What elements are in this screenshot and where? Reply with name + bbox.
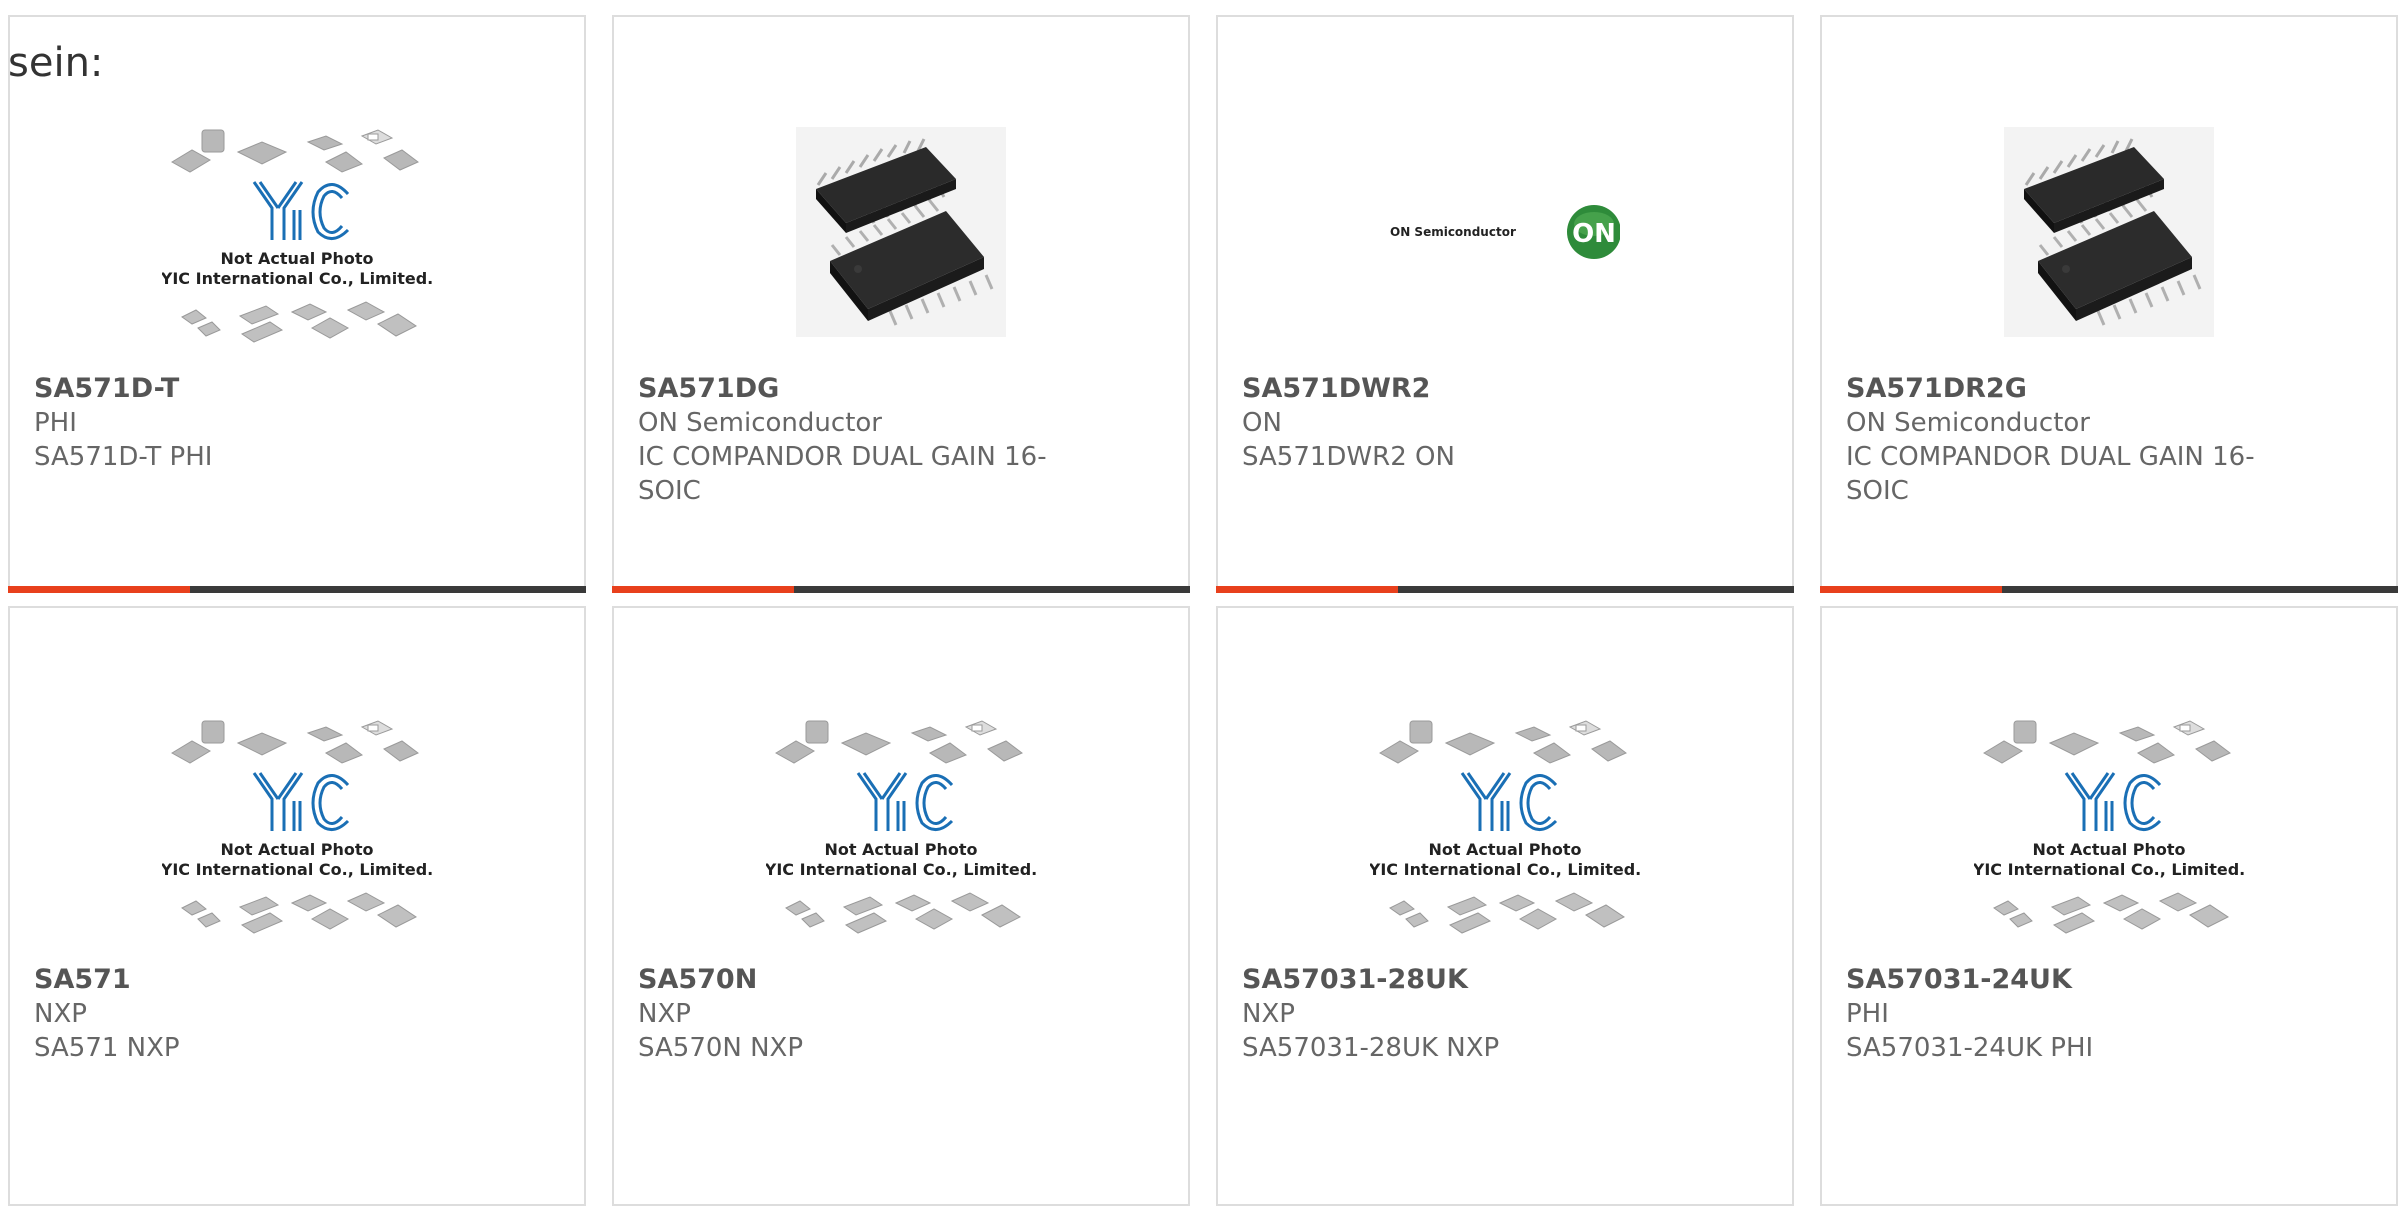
product-description: IC COMPANDOR DUAL GAIN 16-SOIC: [1846, 442, 2255, 506]
product-info: SA571DWR2 ON SA571DWR2 ON: [1242, 372, 1662, 474]
product-card[interactable]: SA571DR2G ON Semiconductor IC COMPANDOR DU…: [1820, 15, 2398, 593]
product-description: SA571DWR2 ON: [1242, 442, 1455, 472]
on-semiconductor-logo-image: ON Semiconductor ON: [1390, 205, 1620, 259]
product-description: SA57031-24UK PHI: [1846, 1033, 2094, 1063]
product-description: IC COMPANDOR DUAL GAIN 16-SOIC: [638, 442, 1047, 506]
manufacturer-label: NXP: [34, 999, 87, 1029]
product-image-container[interactable]: Not Actual Photo YIC International Co., …: [10, 688, 584, 958]
placeholder-line2: YIC International Co., Limited.: [1370, 860, 1640, 879]
placeholder-product-image: Not Actual Photo YIC International Co., …: [1974, 720, 2244, 934]
part-number-link[interactable]: SA570N: [638, 963, 1058, 997]
product-info: SA571DR2G ON Semiconductor IC COMPANDOR DU…: [1846, 372, 2266, 508]
placeholder-line2: YIC International Co., Limited.: [162, 269, 432, 288]
on-badge-text: ON: [1572, 219, 1616, 249]
product-image-container[interactable]: Not Actual Photo YIC International Co., …: [10, 97, 584, 367]
soic-chip-image: [2004, 127, 2214, 337]
card-accent-bar: [1820, 586, 2002, 593]
part-number-link[interactable]: SA571: [34, 963, 454, 997]
card-bottom-bar: [612, 586, 1190, 593]
card-bottom-bar: [1216, 586, 1794, 593]
product-info: SA571 NXP SA571 NXP: [34, 963, 454, 1065]
intro-text: sein:: [8, 40, 104, 86]
product-image-container[interactable]: Not Actual Photo YIC International Co., …: [1822, 688, 2396, 958]
placeholder-line1: Not Actual Photo: [1428, 840, 1581, 859]
part-number-link[interactable]: SA571DR2G: [1846, 372, 2266, 406]
card-accent-bar: [1216, 586, 1398, 593]
card-bottom-bar: [8, 586, 586, 593]
placeholder-line1: Not Actual Photo: [824, 840, 977, 859]
manufacturer-label: PHI: [1846, 999, 1889, 1029]
placeholder-line2: YIC International Co., Limited.: [766, 860, 1036, 879]
placeholder-line1: Not Actual Photo: [2032, 840, 2185, 859]
soic-chip-image: [796, 127, 1006, 337]
placeholder-line1: Not Actual Photo: [220, 249, 373, 268]
part-number-link[interactable]: SA57031-24UK: [1846, 963, 2266, 997]
placeholder-line2: YIC International Co., Limited.: [1974, 860, 2244, 879]
manufacturer-label: NXP: [1242, 999, 1295, 1029]
part-number-link[interactable]: SA571D-T: [34, 372, 454, 406]
manufacturer-label: NXP: [638, 999, 691, 1029]
placeholder-product-image: Not Actual Photo YIC International Co., …: [162, 129, 432, 343]
product-card[interactable]: SA571DG ON Semiconductor IC COMPANDOR DUAL…: [612, 15, 1190, 593]
product-card[interactable]: Not Actual Photo YIC International Co., …: [612, 606, 1190, 1206]
product-image-container[interactable]: Not Actual Photo YIC International Co., …: [614, 688, 1188, 958]
product-description: SA57031-28UK NXP: [1242, 1033, 1500, 1063]
product-card[interactable]: ON Semiconductor ON SA571DWR2 ON SA571DWR2…: [1216, 15, 1794, 593]
product-info: SA571D-T PHI SA571D-T PHI: [34, 372, 454, 474]
product-description: SA571 NXP: [34, 1033, 180, 1063]
product-image-container[interactable]: [614, 97, 1188, 367]
product-card[interactable]: Not Actual Photo YIC International Co., …: [8, 15, 586, 593]
card-bottom-bar: [1820, 586, 2398, 593]
on-logo-wordmark: ON Semiconductor: [1390, 225, 1516, 239]
card-accent-bar: [8, 586, 190, 593]
product-description: SA571D-T PHI: [34, 442, 213, 472]
manufacturer-label: ON: [1242, 408, 1282, 438]
placeholder-line1: Not Actual Photo: [220, 840, 373, 859]
card-accent-bar: [612, 586, 794, 593]
manufacturer-label: ON Semiconductor: [638, 408, 882, 438]
manufacturer-label: ON Semiconductor: [1846, 408, 2090, 438]
manufacturer-label: PHI: [34, 408, 77, 438]
placeholder-line2: YIC International Co., Limited.: [162, 860, 432, 879]
product-info: SA57031-24UK PHI SA57031-24UK PHI: [1846, 963, 2266, 1065]
product-card[interactable]: Not Actual Photo YIC International Co., …: [1820, 606, 2398, 1206]
product-info: SA57031-28UK NXP SA57031-28UK NXP: [1242, 963, 1662, 1065]
part-number-link[interactable]: SA57031-28UK: [1242, 963, 1662, 997]
part-number-link[interactable]: SA571DWR2: [1242, 372, 1662, 406]
product-info: SA571DG ON Semiconductor IC COMPANDOR DUAL…: [638, 372, 1058, 508]
product-image-container[interactable]: [1822, 97, 2396, 367]
part-number-link[interactable]: SA571DG: [638, 372, 1058, 406]
product-card[interactable]: Not Actual Photo YIC International Co., …: [8, 606, 586, 1206]
product-image-container[interactable]: Not Actual Photo YIC International Co., …: [1218, 688, 1792, 958]
product-info: SA570N NXP SA570N NXP: [638, 963, 1058, 1065]
placeholder-product-image: Not Actual Photo YIC International Co., …: [162, 720, 432, 934]
placeholder-product-image: Not Actual Photo YIC International Co., …: [1370, 720, 1640, 934]
placeholder-product-image: Not Actual Photo YIC International Co., …: [766, 720, 1036, 934]
product-card[interactable]: Not Actual Photo YIC International Co., …: [1216, 606, 1794, 1206]
product-image-container[interactable]: ON Semiconductor ON: [1218, 97, 1792, 367]
product-description: SA570N NXP: [638, 1033, 804, 1063]
